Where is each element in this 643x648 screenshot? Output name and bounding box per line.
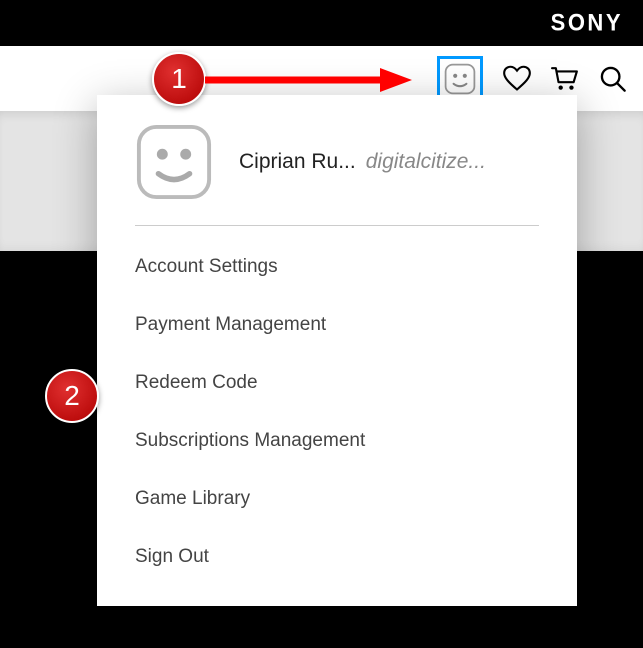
search-icon: [599, 65, 627, 93]
search-button[interactable]: [599, 65, 627, 93]
menu-redeem-code[interactable]: Redeem Code: [97, 354, 577, 412]
dropdown-divider: [135, 225, 539, 226]
sony-logo: SONY: [551, 9, 623, 38]
user-handle: digitalcitize...: [366, 150, 486, 174]
annotation-step-2: 2: [45, 369, 99, 423]
menu-account-settings[interactable]: Account Settings: [97, 238, 577, 296]
annotation-step-1: 1: [152, 52, 206, 106]
account-menu: Account Settings Payment Management Rede…: [97, 238, 577, 586]
dropdown-user-header[interactable]: Ciprian Ru... digitalcitize...: [97, 95, 577, 225]
sony-top-bar: SONY: [0, 0, 643, 46]
cart-button[interactable]: [551, 65, 579, 93]
account-dropdown: Ciprian Ru... digitalcitize... Account S…: [97, 95, 577, 606]
avatar-icon: [444, 63, 476, 95]
wishlist-button[interactable]: [503, 65, 531, 93]
menu-subscriptions-management[interactable]: Subscriptions Management: [97, 412, 577, 470]
avatar-icon: [135, 123, 213, 201]
menu-payment-management[interactable]: Payment Management: [97, 296, 577, 354]
heart-icon: [503, 65, 531, 93]
user-display-name: Ciprian Ru...: [239, 150, 356, 174]
menu-game-library[interactable]: Game Library: [97, 470, 577, 528]
cart-icon: [551, 64, 579, 94]
menu-sign-out[interactable]: Sign Out: [97, 528, 577, 586]
